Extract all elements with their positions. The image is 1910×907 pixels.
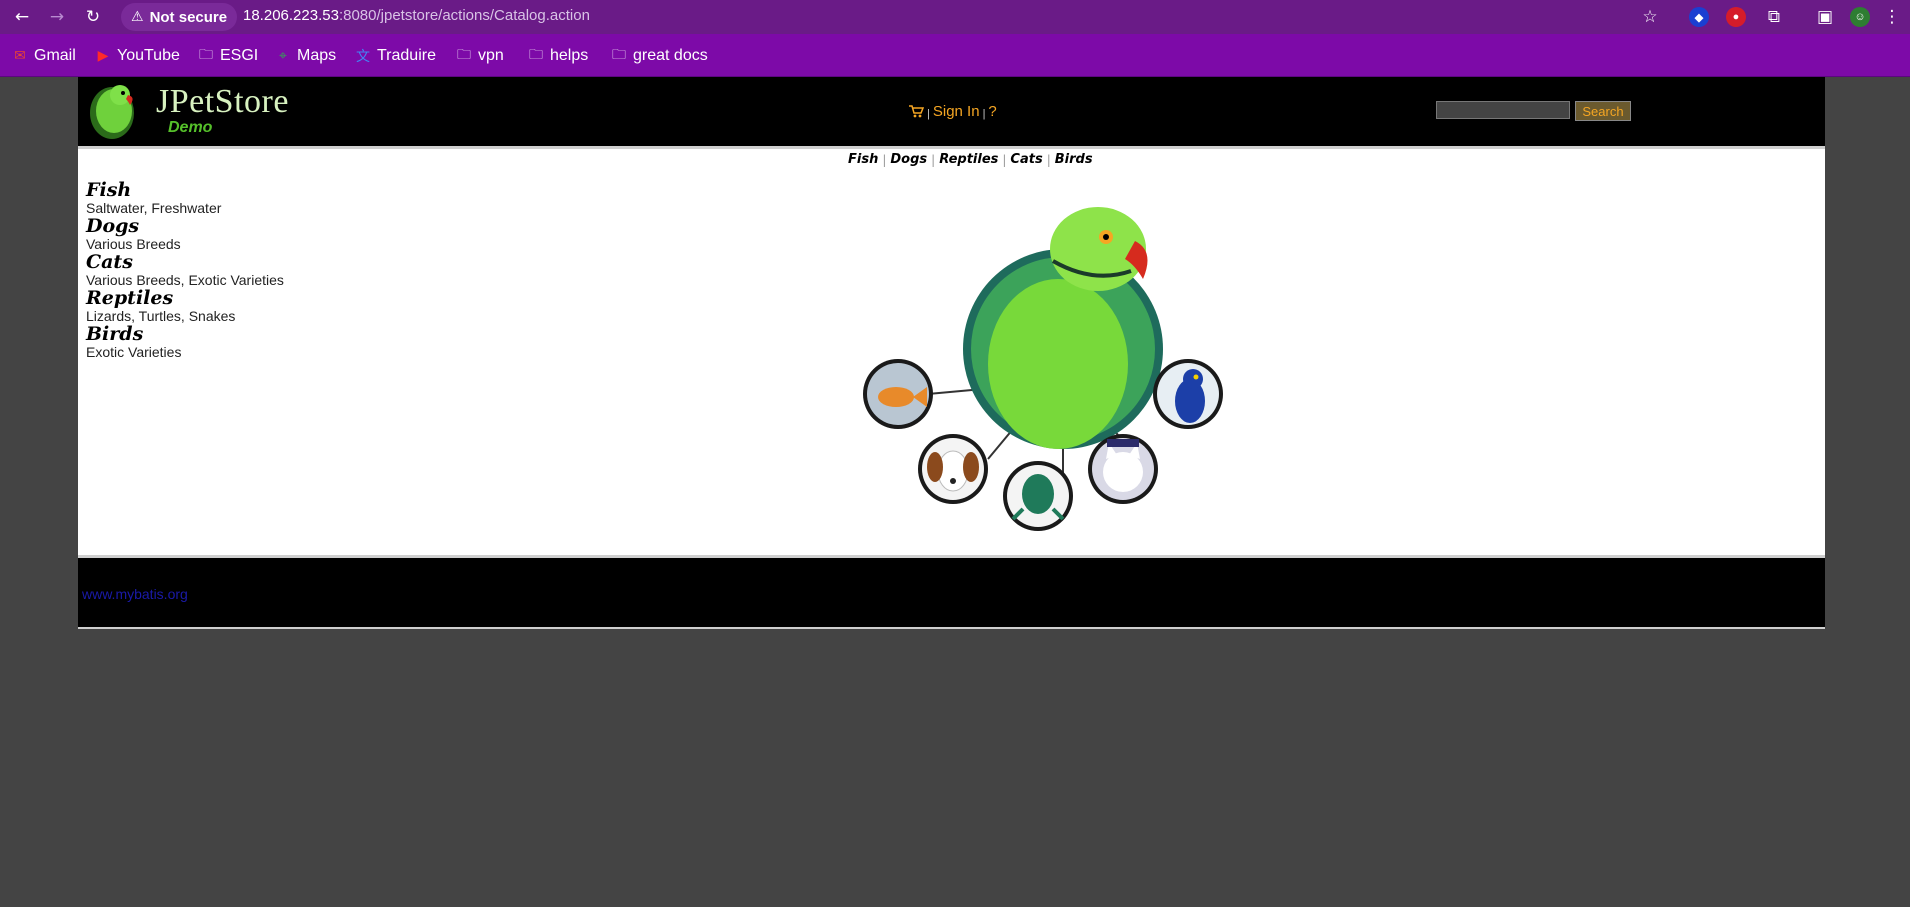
folder-icon: 🗀 bbox=[457, 47, 471, 63]
security-indicator[interactable]: ⚠ Not secure bbox=[121, 3, 238, 31]
quicklink-separator: | bbox=[882, 152, 887, 167]
browser-toolbar: ← → ↻ ⚠ Not secure 18.206.223.53:8080/jp… bbox=[0, 0, 1910, 34]
gmail-icon: ✉ bbox=[14, 48, 26, 64]
sign-in-link[interactable]: Sign In bbox=[933, 103, 980, 120]
fish-image[interactable] bbox=[863, 359, 933, 429]
address-bar[interactable]: 18.206.223.53:8080/jpetstore/actions/Cat… bbox=[243, 7, 590, 24]
url-path: :8080/jpetstore/actions/Catalog.action bbox=[338, 7, 590, 24]
bookmark-label: Gmail bbox=[34, 47, 76, 64]
reload-icon[interactable]: ↻ bbox=[81, 5, 105, 29]
quicklink-dogs[interactable]: Dogs bbox=[890, 152, 927, 167]
quicklink-fish[interactable]: Fish bbox=[848, 152, 878, 167]
bookmark-great-docs[interactable]: 🗀 great docs bbox=[611, 46, 708, 66]
category-sidebar: Fish Saltwater, Freshwater Dogs Various … bbox=[86, 181, 284, 361]
maps-icon: ⌖ bbox=[279, 48, 287, 64]
bookmark-star-icon[interactable]: ☆ bbox=[1638, 5, 1662, 29]
bookmark-maps[interactable]: ⌖ Maps bbox=[275, 46, 336, 66]
jpetstore-page: JPetStore Demo | Sign In | ? Search Fish… bbox=[78, 77, 1825, 629]
menu-separator: | bbox=[927, 108, 930, 120]
folder-icon: 🗀 bbox=[199, 47, 213, 63]
cart-icon[interactable] bbox=[908, 104, 924, 118]
macaw-image[interactable] bbox=[1153, 359, 1223, 429]
sidebar-category-fish[interactable]: Fish bbox=[86, 181, 284, 200]
bookmark-gmail[interactable]: ✉ Gmail bbox=[12, 46, 76, 66]
quick-links: Fish | Dogs | Reptiles | Cats | Birds bbox=[848, 152, 1093, 167]
logo-text: JPetStore bbox=[156, 83, 289, 120]
site-header: JPetStore Demo | Sign In | ? Search bbox=[78, 77, 1825, 149]
bookmark-label: YouTube bbox=[117, 47, 180, 64]
bookmark-label: Traduire bbox=[377, 47, 436, 64]
quicklink-cats[interactable]: Cats bbox=[1010, 152, 1042, 167]
bitwarden-extension-icon[interactable]: ◆ bbox=[1689, 7, 1709, 27]
bookmark-label: helps bbox=[550, 47, 589, 64]
url-host: 18.206.223.53 bbox=[243, 7, 339, 24]
parrot-logo-icon bbox=[90, 85, 134, 139]
side-panel-icon[interactable]: ▣ bbox=[1813, 5, 1837, 29]
bookmark-traduire[interactable]: 文 Traduire bbox=[355, 46, 436, 66]
forward-arrow-icon[interactable]: → bbox=[45, 5, 69, 29]
extensions-puzzle-icon[interactable]: ⧉ bbox=[1762, 5, 1786, 29]
quicklink-birds[interactable]: Birds bbox=[1055, 152, 1093, 167]
bookmark-label: ESGI bbox=[220, 47, 259, 64]
menu-kebab-icon[interactable]: ⋮ bbox=[1880, 5, 1904, 29]
translate-icon: 文 bbox=[356, 49, 370, 65]
folder-icon: 🗀 bbox=[529, 47, 543, 63]
cat-image[interactable] bbox=[1088, 434, 1158, 504]
profile-avatar[interactable]: ☺ bbox=[1850, 7, 1870, 27]
folder-icon: 🗀 bbox=[612, 47, 626, 63]
youtube-icon: ▶ bbox=[97, 48, 109, 64]
search-input[interactable] bbox=[1436, 101, 1570, 119]
security-label: Not secure bbox=[149, 8, 228, 26]
quicklink-separator: | bbox=[1002, 152, 1007, 167]
extension-red-icon[interactable]: ● bbox=[1726, 7, 1746, 27]
mybatis-link[interactable]: www.mybatis.org bbox=[82, 586, 188, 602]
quicklink-separator: | bbox=[931, 152, 936, 167]
sidebar-category-birds[interactable]: Birds bbox=[86, 325, 284, 344]
search-button[interactable]: Search bbox=[1575, 101, 1631, 121]
bookmark-label: great docs bbox=[633, 47, 708, 64]
sidebar-category-desc: Exotic Varieties bbox=[86, 344, 182, 360]
quicklink-separator: | bbox=[1046, 152, 1051, 167]
catalog-content: Fish | Dogs | Reptiles | Cats | Birds Fi… bbox=[78, 149, 1825, 555]
bookmark-vpn[interactable]: 🗀 vpn bbox=[456, 46, 504, 66]
sidebar-category-dogs[interactable]: Dogs bbox=[86, 217, 284, 236]
dog-image[interactable] bbox=[918, 434, 988, 504]
menu-separator: | bbox=[982, 108, 986, 120]
bookmark-helps[interactable]: 🗀 helps bbox=[528, 46, 588, 66]
sidebar-category-reptiles[interactable]: Reptiles bbox=[86, 289, 284, 308]
header-menu: | Sign In | ? bbox=[908, 102, 997, 120]
bookmark-esgi[interactable]: 🗀 ESGI bbox=[198, 46, 258, 66]
back-arrow-icon[interactable]: ← bbox=[10, 5, 34, 29]
bookmark-label: Maps bbox=[297, 47, 337, 64]
warning-icon: ⚠ bbox=[131, 9, 144, 25]
logo-subtext: Demo bbox=[168, 119, 213, 136]
sidebar-category-cats[interactable]: Cats bbox=[86, 253, 284, 272]
quicklink-reptiles[interactable]: Reptiles bbox=[939, 152, 998, 167]
help-link[interactable]: ? bbox=[988, 103, 996, 120]
bookmark-label: vpn bbox=[478, 47, 504, 64]
pet-splash-image bbox=[863, 207, 1223, 531]
site-logo[interactable]: JPetStore Demo bbox=[86, 81, 306, 143]
parrot-image[interactable] bbox=[963, 207, 1163, 449]
site-footer: www.mybatis.org bbox=[78, 555, 1825, 629]
lizard-image[interactable] bbox=[1003, 461, 1073, 531]
bookmark-youtube[interactable]: ▶ YouTube bbox=[95, 46, 180, 66]
